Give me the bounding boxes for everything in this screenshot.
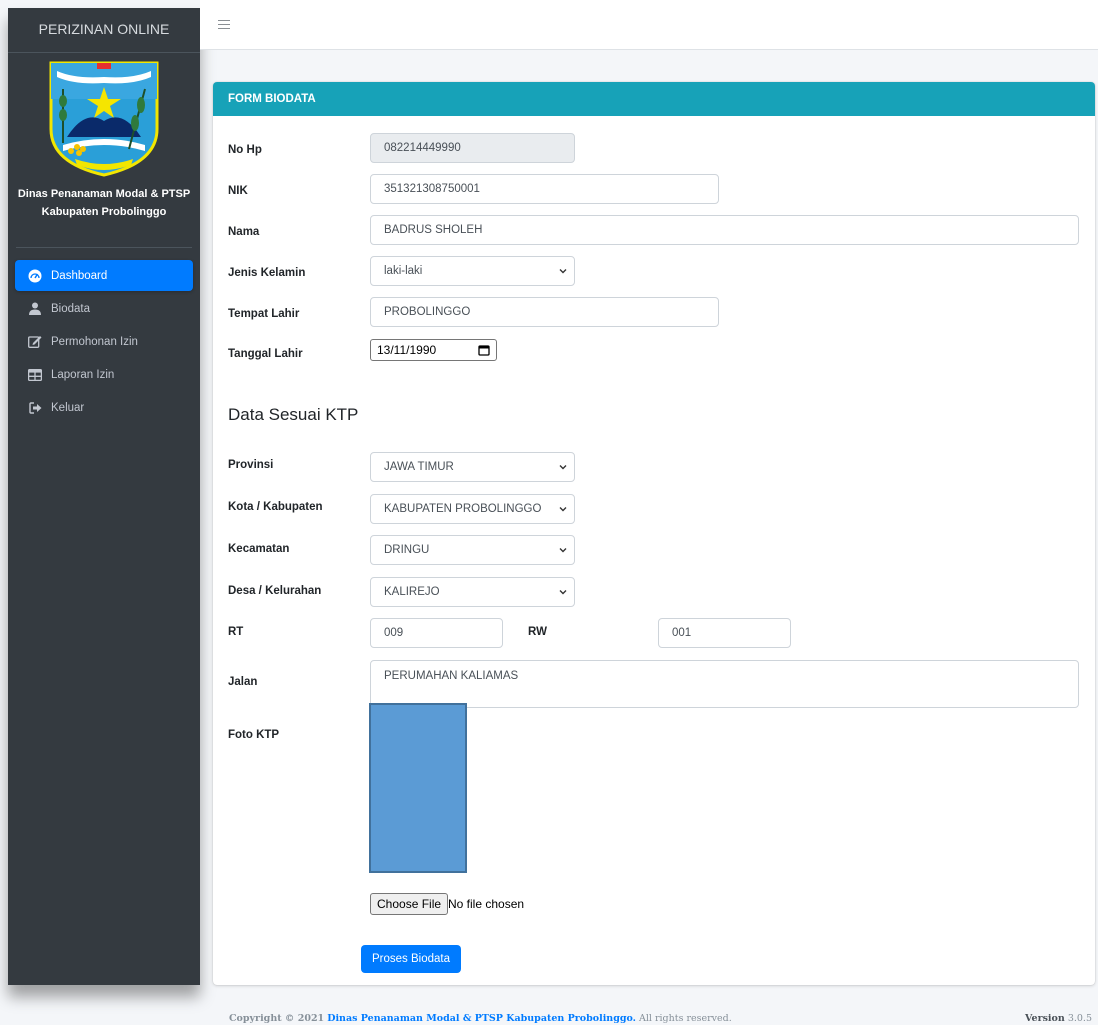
user-icon — [27, 301, 43, 317]
jalan-label: Jalan — [228, 676, 258, 688]
file-status: No file chosen — [448, 897, 525, 911]
kecamatan-select[interactable]: DRINGU — [370, 535, 575, 565]
copyright-link[interactable]: Dinas Penanaman Modal & PTSP Kabupaten P… — [327, 1013, 636, 1024]
chevron-down-icon — [559, 507, 567, 512]
sidebar-item-label: Permohonan Izin — [51, 335, 138, 348]
jenis-kelamin-select[interactable]: laki-laki — [370, 256, 575, 286]
sidebar-item-label: Biodata — [51, 302, 91, 315]
sidebar-divider — [16, 247, 192, 248]
nama-field[interactable]: BADRUS SHOLEH — [370, 215, 1079, 245]
provinsi-value: JAWA TIMUR — [384, 461, 454, 473]
kecamatan-value: DRINGU — [384, 544, 430, 556]
institution-name: Dinas Penanaman Modal & PTSP Kabupaten P… — [8, 185, 200, 221]
topbar — [200, 0, 1098, 50]
biodata-form-card: FORM BIODATA No Hp 082214449990 NIK 3513… — [213, 82, 1095, 985]
no-hp-field[interactable]: 082214449990 — [370, 133, 575, 163]
hamburger-menu-icon[interactable] — [218, 20, 230, 30]
edit-icon — [27, 334, 43, 350]
sidebar-item-permohonan-izin[interactable]: Permohonan Izin — [15, 326, 193, 357]
desa-label: Desa / Kelurahan — [228, 585, 322, 597]
regency-logo — [49, 61, 159, 177]
version-label: Version — [1025, 1013, 1065, 1024]
sidebar-item-keluar[interactable]: Keluar — [15, 392, 193, 423]
rt-label: RT — [228, 626, 244, 638]
provinsi-label: Provinsi — [228, 459, 274, 471]
jalan-textarea[interactable]: PERUMAHAN KALIAMAS — [370, 660, 1079, 708]
sidebar-item-label: Laporan Izin — [51, 368, 115, 381]
footer: Copyright © 2021 Dinas Penanaman Modal &… — [0, 1012, 1098, 1025]
kota-select[interactable]: KABUPATEN PROBOLINGGO — [370, 494, 575, 524]
sidebar-item-laporan-izin[interactable]: Laporan Izin — [15, 359, 193, 390]
footer-copyright: Copyright © 2021 Dinas Penanaman Modal &… — [229, 1013, 732, 1024]
rw-field[interactable]: 001 — [658, 618, 791, 648]
sign-out-icon — [27, 400, 43, 416]
brand-title[interactable]: PERIZINAN ONLINE — [8, 8, 200, 53]
nama-label: Nama — [228, 226, 260, 238]
ktp-photo-preview — [369, 703, 467, 873]
no-hp-label: No Hp — [228, 144, 262, 156]
copyright-prefix: Copyright © 2021 — [229, 1013, 325, 1024]
jenis-kelamin-label: Jenis Kelamin — [228, 267, 306, 279]
foto-ktp-label: Foto KTP — [228, 729, 280, 741]
jenis-kelamin-value: laki-laki — [384, 265, 423, 277]
sidebar-item-label: Keluar — [51, 401, 85, 414]
chevron-down-icon — [559, 590, 567, 595]
kota-label: Kota / Kabupaten — [228, 501, 323, 513]
rt-field[interactable]: 009 — [370, 618, 503, 648]
copyright-suffix: All rights reserved. — [639, 1013, 732, 1024]
form-title: FORM BIODATA — [213, 82, 1095, 116]
kota-value: KABUPATEN PROBOLINGGO — [384, 503, 542, 515]
institution-line2: Kabupaten Probolinggo — [41, 206, 167, 218]
chevron-down-icon — [559, 269, 567, 274]
logo-wrap — [8, 59, 200, 177]
rw-label: RW — [528, 626, 547, 638]
chevron-down-icon — [559, 465, 567, 470]
sidebar: PERIZINAN ONLINE Dinas Penanaman Modal &… — [8, 8, 200, 985]
sidebar-item-dashboard[interactable]: Dashboard — [15, 260, 193, 291]
footer-version: Version 3.0.5 — [1025, 1013, 1092, 1024]
tempat-lahir-label: Tempat Lahir — [228, 308, 300, 320]
nik-label: NIK — [228, 185, 248, 197]
nik-field[interactable]: 351321308750001 — [370, 174, 719, 204]
tanggal-lahir-value: 13/11/1990 — [377, 343, 437, 357]
tanggal-lahir-date-input[interactable]: 13/11/1990 — [370, 339, 497, 361]
kecamatan-label: Kecamatan — [228, 543, 290, 555]
calendar-icon[interactable] — [478, 344, 490, 356]
sidebar-nav: Dashboard Biodata Permohonan Izin Lapora… — [8, 260, 200, 423]
institution-line1: Dinas Penanaman Modal & PTSP — [17, 188, 191, 200]
version-value: 3.0.5 — [1067, 1013, 1092, 1024]
sidebar-item-label: Dashboard — [51, 269, 108, 282]
desa-value: KALIREJO — [384, 586, 440, 598]
dashboard-icon — [27, 268, 43, 284]
tanggal-lahir-label: Tanggal Lahir — [228, 348, 303, 360]
table-icon — [27, 367, 43, 383]
desa-select[interactable]: KALIREJO — [370, 577, 575, 607]
proses-biodata-button[interactable]: Proses Biodata — [361, 945, 461, 973]
provinsi-select[interactable]: JAWA TIMUR — [370, 452, 575, 482]
chevron-down-icon — [559, 548, 567, 553]
choose-file-button[interactable]: Choose File — [370, 893, 449, 915]
section-title-ktp: Data Sesuai KTP — [228, 405, 359, 424]
tempat-lahir-field[interactable]: PROBOLINGGO — [370, 297, 719, 327]
sidebar-item-biodata[interactable]: Biodata — [15, 293, 193, 324]
